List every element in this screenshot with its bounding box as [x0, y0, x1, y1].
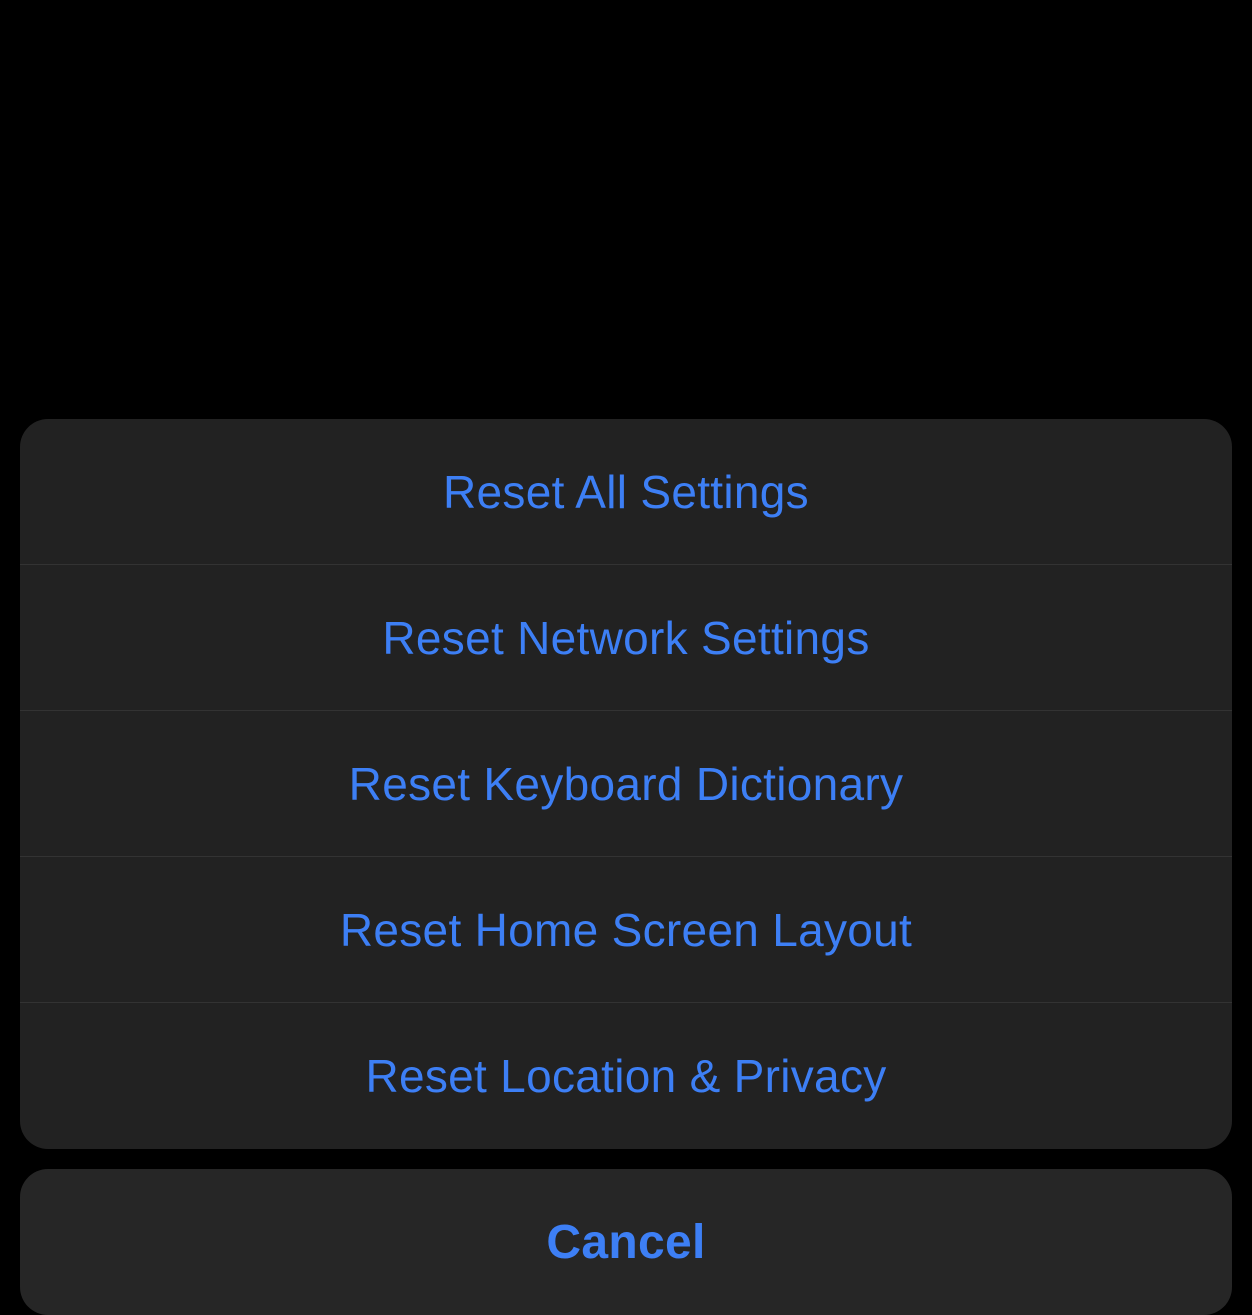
action-label: Reset Home Screen Layout [340, 903, 912, 957]
reset-keyboard-dictionary-button[interactable]: Reset Keyboard Dictionary [20, 711, 1232, 857]
action-label: Reset Location & Privacy [365, 1049, 886, 1103]
cancel-button[interactable]: Cancel [20, 1169, 1232, 1315]
reset-location-privacy-button[interactable]: Reset Location & Privacy [20, 1003, 1232, 1149]
reset-all-settings-button[interactable]: Reset All Settings [20, 419, 1232, 565]
action-label: Reset Network Settings [382, 611, 869, 665]
reset-home-screen-layout-button[interactable]: Reset Home Screen Layout [20, 857, 1232, 1003]
action-sheet: Reset All Settings Reset Network Setting… [20, 419, 1232, 1149]
action-label: Reset Keyboard Dictionary [349, 757, 904, 811]
cancel-label: Cancel [546, 1215, 705, 1270]
reset-network-settings-button[interactable]: Reset Network Settings [20, 565, 1232, 711]
action-label: Reset All Settings [443, 465, 809, 519]
